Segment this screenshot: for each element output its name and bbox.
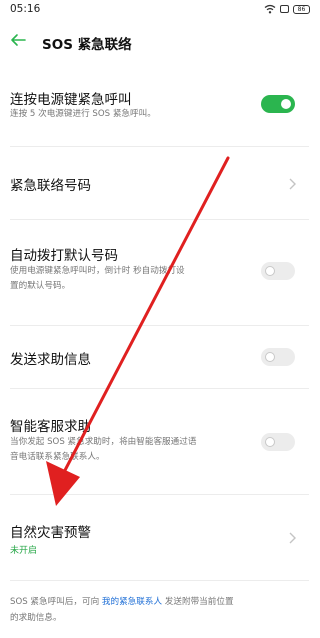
setting-subtitle: 使用电源键紧急呼叫时，倒计时 秒自动拨打设 置的默认号码。 (10, 264, 260, 294)
setting-title: 连按电源键紧急呼叫 (10, 92, 132, 108)
footer-note: SOS 紧急呼叫后，可向 我的紧急联系人 发送附带当前位置 的求助信息。 (10, 594, 300, 626)
power-key-sos-toggle[interactable] (261, 95, 295, 113)
send-help-toggle[interactable] (261, 348, 295, 366)
divider (10, 580, 309, 581)
setting-title: 自然灾害预警 (10, 525, 91, 541)
status-icons: 86 (264, 4, 310, 14)
setting-disaster-alert[interactable]: 自然灾害预警 未开启 (0, 495, 319, 580)
subtitle-part: 使用电源键紧急呼叫时，倒计时 (10, 266, 131, 276)
chevron-right-icon (289, 178, 296, 190)
subtitle-part: 秒自动拨打设 (133, 266, 185, 276)
page-title: SOS 紧急联络 (42, 37, 132, 53)
sim-icon (280, 5, 289, 13)
footer-text: SOS 紧急呼叫后，可向 (10, 597, 102, 607)
setting-emergency-number[interactable]: 紧急联络号码 (0, 147, 319, 219)
footer-text: 的求助信息。 (10, 613, 62, 623)
wifi-icon (264, 4, 276, 14)
setting-title: 自动拨打默认号码 (10, 248, 118, 264)
status-time: 05:16 (10, 3, 41, 15)
subtitle-part: 音电话联系紧急联系人。 (10, 452, 105, 462)
back-arrow-icon[interactable] (8, 30, 28, 50)
auto-dial-toggle[interactable] (261, 262, 295, 280)
status-bar: 05:16 86 (0, 0, 319, 22)
setting-status: 未开启 (10, 546, 38, 556)
smart-service-toggle[interactable] (261, 433, 295, 451)
toggle-knob (265, 437, 275, 447)
setting-auto-dial[interactable]: 自动拨打默认号码 使用电源键紧急呼叫时，倒计时 秒自动拨打设 置的默认号码。 (0, 220, 319, 325)
setting-title: 智能客服求助 (10, 419, 91, 435)
emergency-contacts-link[interactable]: 我的紧急联系人 (102, 597, 162, 607)
setting-subtitle: 连按 5 次电源键进行 SOS 紧急呼叫。 (10, 109, 156, 119)
battery-icon: 86 (293, 4, 310, 14)
setting-smart-service[interactable]: 智能客服求助 当你发起 SOS 紧急求助时，将由智能客服通过语 音电话联系紧急联… (0, 389, 319, 494)
toggle-knob (281, 99, 291, 109)
header: SOS 紧急联络 (0, 28, 319, 58)
subtitle-part: 置的默认号码。 (10, 281, 71, 291)
setting-title: 紧急联络号码 (10, 178, 91, 194)
setting-subtitle: 当你发起 SOS 紧急求助时，将由智能客服通过语 音电话联系紧急联系人。 (10, 435, 260, 465)
setting-title: 发送求助信息 (10, 352, 91, 368)
toggle-knob (265, 352, 275, 362)
footer-text: 发送附带当前位置 (162, 597, 234, 607)
toggle-knob (265, 266, 275, 276)
setting-power-key-sos[interactable]: 连按电源键紧急呼叫 连按 5 次电源键进行 SOS 紧急呼叫。 (0, 78, 319, 148)
chevron-right-icon (289, 532, 296, 544)
setting-send-help[interactable]: 发送求助信息 (0, 326, 319, 388)
subtitle-part: 当你发起 SOS 紧急求助时，将由智能客服通过语 (10, 437, 197, 447)
